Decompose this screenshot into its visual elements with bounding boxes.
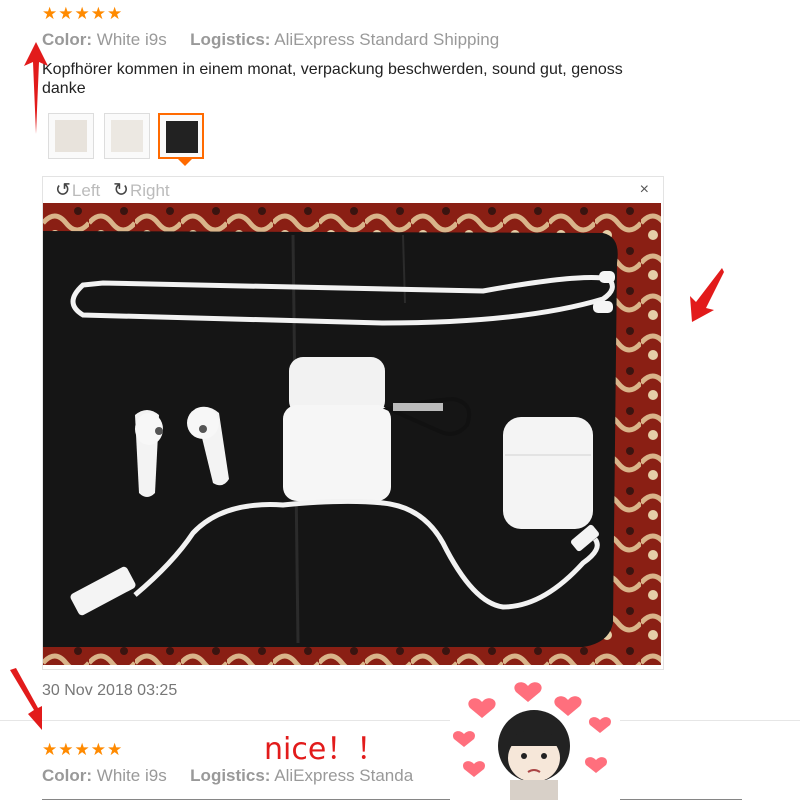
review-thumbnail-1[interactable] [48, 113, 94, 159]
review-divider [0, 720, 800, 721]
review-meta: Color: White i9s Logistics: AliExpress S… [42, 30, 499, 50]
review-text-line1: Kopfhörer kommen in einem monat, verpack… [42, 61, 623, 78]
rotate-left-icon: ↺ [55, 180, 71, 201]
annotation-arrow-down-left [690, 268, 724, 322]
review-text-line2: danke [42, 80, 86, 97]
review-thumbnail-3-selected[interactable] [158, 113, 204, 159]
review2-meta: Color: White i9s Logistics: AliExpress S… [42, 766, 413, 786]
annotation-arrow-down-right [10, 668, 42, 730]
review-rating-stars: ★★★★★ [42, 4, 124, 23]
logistics-label: Logistics: [190, 30, 271, 49]
review-photo [43, 203, 661, 665]
review2-logistics-value: AliExpress Standa [274, 766, 414, 785]
review2-color-value: White i9s [96, 766, 167, 785]
close-icon[interactable]: × [640, 181, 649, 199]
color-value: White i9s [96, 30, 167, 49]
rotate-right-label: Right [129, 180, 170, 200]
review2-text-cut [42, 792, 782, 800]
review2-logistics-label: Logistics: [190, 766, 271, 785]
rotate-right-button[interactable]: ↻ Right [113, 179, 170, 202]
review2-color-label: Color: [42, 766, 93, 785]
review-text: Kopfhörer kommen in einem monat, verpack… [42, 60, 800, 98]
rotate-right-icon: ↻ [113, 180, 129, 201]
nice-caption: nice！！ [264, 732, 387, 767]
image-viewer: ↺ Left ↻ Right × [42, 176, 664, 670]
viewer-toolbar: ↺ Left ↻ Right [55, 179, 178, 202]
hearts-sticker [450, 680, 620, 800]
logistics-value: AliExpress Standard Shipping [274, 30, 500, 49]
thumbnail-selected-pointer [178, 159, 192, 166]
review2-rating-stars: ★★★★★ [42, 740, 124, 759]
annotation-arrow-up [24, 42, 48, 134]
review-thumbnail-2[interactable] [104, 113, 150, 159]
rotate-left-button[interactable]: ↺ Left [55, 179, 100, 202]
rotate-left-label: Left [71, 180, 101, 200]
review-date: 30 Nov 2018 03:25 [42, 682, 178, 699]
